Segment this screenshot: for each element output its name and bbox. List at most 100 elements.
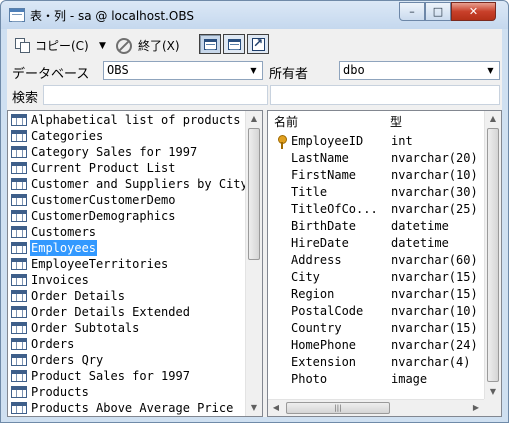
column-row[interactable]: PostalCode nvarchar(10) xyxy=(268,303,484,320)
column-list[interactable]: 名前 型 EmployeeID int LastName nvarchar(20) Fi… xyxy=(267,110,502,417)
copy-button[interactable]: コピー(C) xyxy=(35,37,89,55)
column-name: Photo xyxy=(291,372,328,386)
column-name: Country xyxy=(291,321,342,335)
copy-dropdown-arrow-icon[interactable]: ▼ xyxy=(99,37,106,55)
grid-view-icon xyxy=(204,39,217,50)
chevron-down-icon: ▼ xyxy=(250,66,257,75)
scroll-thumb[interactable] xyxy=(248,128,260,260)
scroll-left-icon[interactable]: ◀ xyxy=(268,400,284,416)
table-list-item[interactable]: Category Sales for 1997 xyxy=(8,144,248,160)
table-list-item[interactable]: Invoices xyxy=(8,272,248,288)
close-button[interactable]: ✕ xyxy=(451,2,496,21)
column-row[interactable]: HireDate datetime xyxy=(268,235,484,252)
table-list-item[interactable]: Categories xyxy=(8,128,248,144)
table-icon xyxy=(11,354,27,366)
table-list-item[interactable]: Employees xyxy=(8,240,248,256)
column-row[interactable]: Photo image xyxy=(268,371,484,388)
table-window-icon xyxy=(9,8,25,22)
column-name: EmployeeID xyxy=(291,134,364,148)
table-name: Products xyxy=(31,385,89,399)
table-icon xyxy=(11,306,27,318)
hscroll-thumb[interactable]: ||| xyxy=(286,402,390,414)
column-row[interactable]: Region nvarchar(15) xyxy=(268,286,484,303)
column-row[interactable]: FirstName nvarchar(10) xyxy=(268,167,484,184)
table-list-item[interactable]: Product Sales for 1997 xyxy=(8,368,248,384)
scroll-up-icon[interactable]: ▲ xyxy=(246,111,262,127)
column-type: datetime xyxy=(391,219,449,233)
stop-icon[interactable] xyxy=(116,38,132,54)
table-name: Employees xyxy=(30,240,98,256)
column-type-header[interactable]: 型 xyxy=(390,113,402,131)
column-type: nvarchar(15) xyxy=(391,270,478,284)
column-type: nvarchar(24) xyxy=(391,338,478,352)
open-button[interactable] xyxy=(247,34,269,54)
table-list-item[interactable]: Customer and Suppliers by City xyxy=(8,176,248,192)
column-type: nvarchar(60) xyxy=(391,253,478,267)
title-bar[interactable]: 表・列 - sa @ localhost.OBS – □ ✕ xyxy=(1,1,508,29)
copy-icon[interactable] xyxy=(15,38,31,53)
table-icon xyxy=(11,146,27,158)
scroll-right-icon[interactable]: ▶ xyxy=(468,400,484,416)
table-name: Product Sales for 1997 xyxy=(31,369,190,383)
table-list-item[interactable]: Products xyxy=(8,384,248,400)
column-row[interactable]: LastName nvarchar(20) xyxy=(268,150,484,167)
column-row[interactable]: BirthDate datetime xyxy=(268,218,484,235)
column-row[interactable]: EmployeeID int xyxy=(268,133,484,150)
table-name: Customer and Suppliers by City xyxy=(31,177,248,191)
column-row[interactable]: Title nvarchar(30) xyxy=(268,184,484,201)
table-list-item[interactable]: Order Details Extended xyxy=(8,304,248,320)
table-icon xyxy=(11,370,27,382)
owner-value: dbo xyxy=(343,63,365,77)
column-type: nvarchar(10) xyxy=(391,304,478,318)
column-row[interactable]: HomePhone nvarchar(24) xyxy=(268,337,484,354)
column-row[interactable]: Address nvarchar(60) xyxy=(268,252,484,269)
owner-select[interactable]: dbo ▼ xyxy=(339,61,500,80)
window-title: 表・列 - sa @ localhost.OBS xyxy=(30,9,194,23)
table-list-item[interactable]: Customers xyxy=(8,224,248,240)
table-list-item[interactable]: Alphabetical list of products xyxy=(8,112,248,128)
table-list[interactable]: Alphabetical list of products Categories C… xyxy=(7,110,263,417)
scroll-thumb[interactable] xyxy=(487,128,499,382)
column-list-hscrollbar[interactable]: ◀ ||| ▶ xyxy=(268,399,484,416)
grid-view-button[interactable] xyxy=(199,34,221,54)
table-list-item[interactable]: Current Product List xyxy=(8,160,248,176)
table-list-item[interactable]: Orders xyxy=(8,336,248,352)
search-input[interactable] xyxy=(43,85,268,105)
database-select[interactable]: OBS ▼ xyxy=(103,61,263,80)
grid-view-alt-button[interactable] xyxy=(223,34,245,54)
column-name-header[interactable]: 名前 xyxy=(274,113,298,131)
table-list-item[interactable]: Products Above Average Price xyxy=(8,400,248,416)
table-icon xyxy=(11,386,27,398)
table-list-item[interactable]: EmployeeTerritories xyxy=(8,256,248,272)
column-name: Extension xyxy=(291,355,357,369)
table-list-scrollbar[interactable]: ▲ ▼ xyxy=(245,111,262,416)
column-row[interactable]: TitleOfCo... nvarchar(25) xyxy=(268,201,484,218)
column-list-scrollbar[interactable]: ▲ ▼ xyxy=(484,111,501,416)
scroll-up-icon[interactable]: ▲ xyxy=(485,111,501,127)
column-row[interactable]: Extension nvarchar(4) xyxy=(268,354,484,371)
maximize-button[interactable]: □ xyxy=(425,2,451,21)
search-label: 検索 xyxy=(12,91,39,106)
scroll-down-icon[interactable]: ▼ xyxy=(485,384,501,400)
table-name: Customers xyxy=(31,225,97,239)
table-list-item[interactable]: Orders Qry xyxy=(8,352,248,368)
table-list-item[interactable]: Order Details xyxy=(8,288,248,304)
table-name: Order Subtotals xyxy=(31,321,140,335)
column-name: Address xyxy=(291,253,342,267)
scroll-down-icon[interactable]: ▼ xyxy=(246,400,262,416)
table-icon xyxy=(11,274,27,286)
column-name: TitleOfCo... xyxy=(291,202,378,216)
column-search-input[interactable] xyxy=(270,85,500,105)
table-list-item[interactable]: Order Subtotals xyxy=(8,320,248,336)
minimize-button[interactable]: – xyxy=(399,2,425,21)
table-list-item[interactable]: CustomerCustomerDemo xyxy=(8,192,248,208)
table-list-item[interactable]: CustomerDemographics xyxy=(8,208,248,224)
table-icon xyxy=(11,226,27,238)
exit-button[interactable]: 終了(X) xyxy=(138,37,180,55)
column-type: nvarchar(25) xyxy=(391,202,478,216)
column-type: datetime xyxy=(391,236,449,250)
column-row[interactable]: Country nvarchar(15) xyxy=(268,320,484,337)
table-icon xyxy=(11,402,27,414)
column-row[interactable]: City nvarchar(15) xyxy=(268,269,484,286)
toolbar: コピー(C) ▼ 終了(X) xyxy=(7,29,502,59)
